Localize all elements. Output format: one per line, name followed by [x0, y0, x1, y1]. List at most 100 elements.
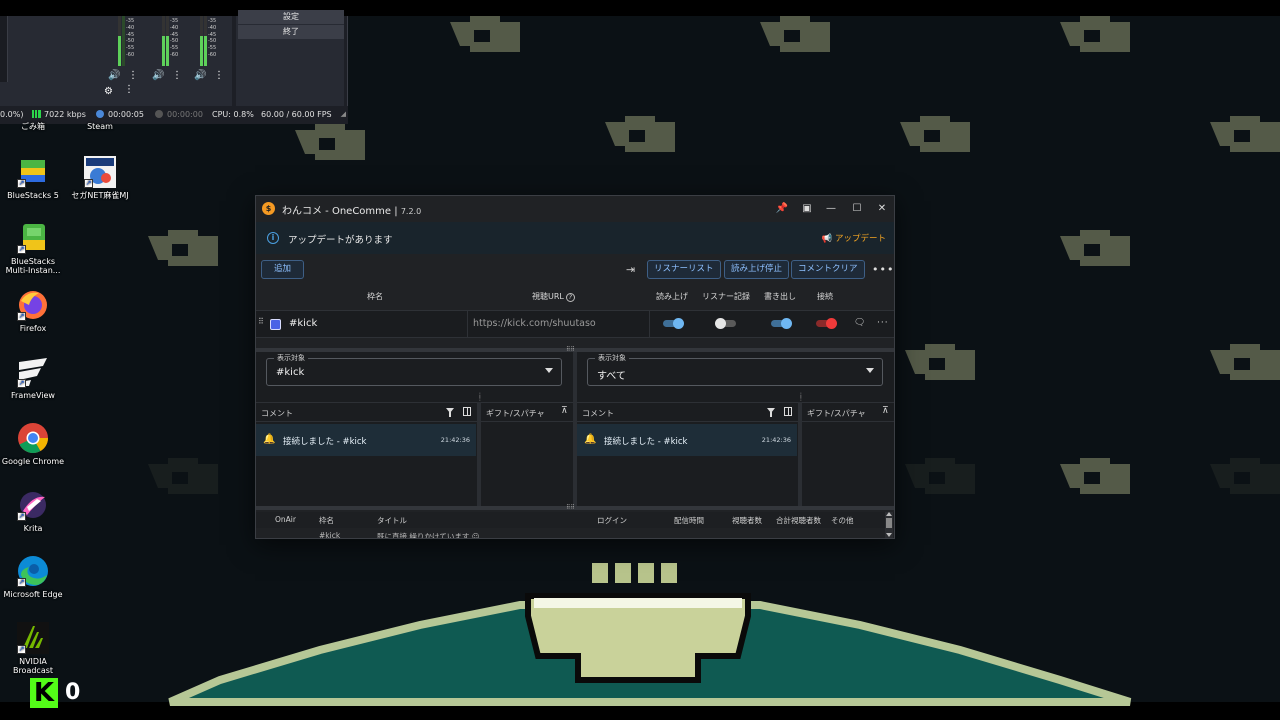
- stream-url-field[interactable]: https://kick.com/shuutaso: [467, 311, 650, 337]
- settings-button[interactable]: 設定: [238, 10, 344, 24]
- desktop-icon-edge[interactable]: ↗ Microsoft Edge: [0, 555, 66, 599]
- vertical-grip-icon[interactable]: ⋮ ⋮: [798, 393, 804, 402]
- title-bar[interactable]: $ わんコメ - OneComme | 7.2.0 📌 ▣ — ☐ ✕: [256, 196, 894, 222]
- listener-log-toggle[interactable]: [715, 318, 736, 329]
- level-meter: [118, 16, 121, 66]
- filter-icon[interactable]: [446, 408, 454, 417]
- icon-label: Firefox: [19, 324, 47, 333]
- desktop-icon-krita[interactable]: ↗ Krita: [0, 489, 66, 533]
- comment-time: 21:42:36: [440, 436, 470, 444]
- nvidia-broadcast-icon: ↗: [17, 622, 49, 654]
- update-link[interactable]: 📢 アップデート: [822, 232, 886, 244]
- scroll-down-icon[interactable]: [886, 533, 892, 537]
- speaker-icon[interactable]: 🔊: [108, 70, 120, 81]
- desktop-icon-chrome[interactable]: Google Chrome: [0, 422, 66, 466]
- more-horizontal-icon[interactable]: •••: [872, 263, 894, 276]
- recycle-bin-label[interactable]: ごみ箱: [0, 122, 66, 131]
- horizontal-splitter[interactable]: ⠿⠿: [256, 505, 894, 511]
- clear-comments-button[interactable]: コメントクリア: [791, 260, 865, 279]
- write-out-toggle[interactable]: [771, 318, 792, 329]
- table-cell-name: #kick: [319, 531, 341, 539]
- add-button[interactable]: 追加: [261, 260, 305, 279]
- level-meter: [162, 16, 165, 66]
- table-col-total-viewers: 合計視聴者数: [776, 516, 821, 525]
- picture-in-picture-icon[interactable]: ▣: [796, 200, 818, 218]
- dropped-frames: 0.0%): [0, 110, 24, 119]
- connect-toggle[interactable]: [816, 318, 837, 329]
- column-toggle-icon[interactable]: [784, 407, 792, 416]
- shortcut-arrow-icon: ↗: [17, 379, 26, 388]
- column-read-aloud: 読み上げ: [656, 292, 688, 301]
- close-button[interactable]: ✕: [871, 200, 893, 218]
- comment-header: コメント: [582, 409, 614, 418]
- more-vertical-icon[interactable]: ⋮: [172, 70, 182, 81]
- pin-icon[interactable]: ⊼: [561, 406, 568, 416]
- stream-color-swatch[interactable]: [270, 319, 281, 330]
- info-icon: i: [267, 232, 279, 244]
- stream-row[interactable]: ⠿ #kick https://kick.com/shuutaso 🗨 ···: [256, 310, 894, 338]
- maximize-button[interactable]: ☐: [846, 200, 868, 218]
- read-aloud-toggle[interactable]: [663, 318, 684, 329]
- frameview-icon: ↗: [17, 356, 49, 388]
- desktop-icon-frameview[interactable]: ↗ FrameView: [0, 356, 66, 400]
- more-vertical-icon[interactable]: ⋮: [124, 84, 134, 95]
- comment-item[interactable]: 🔔 接続しました - #kick 21:42:36: [577, 424, 797, 456]
- desktop-icon-bluestacks[interactable]: ↗ BlueStacks 5: [0, 156, 66, 200]
- login-icon[interactable]: ⇥: [626, 263, 635, 276]
- pin-icon[interactable]: 📌: [771, 200, 793, 218]
- filter-icon[interactable]: [767, 408, 775, 417]
- update-notice-text: アップデートがあります: [288, 235, 393, 246]
- obs-controls: 設定 終了: [236, 10, 344, 106]
- steam-label[interactable]: Steam: [67, 122, 133, 131]
- drag-handle-icon[interactable]: ⠿: [258, 318, 264, 326]
- desktop-icon-firefox[interactable]: ↗ Firefox: [0, 289, 66, 333]
- splitter-grip-icon[interactable]: ⠿⠿: [566, 505, 575, 511]
- update-link-label: アップデート: [834, 234, 886, 244]
- more-vertical-icon[interactable]: ⋮: [214, 70, 224, 81]
- comment-item[interactable]: 🔔 接続しました - #kick 21:42:36: [256, 424, 476, 456]
- exit-button[interactable]: 終了: [238, 25, 344, 39]
- pin-icon[interactable]: ⊼: [882, 406, 889, 416]
- desktop-icon-nvidia-broadcast[interactable]: ↗ NVIDIA Broadcast: [0, 622, 66, 675]
- shortcut-arrow-icon: ↗: [17, 312, 26, 321]
- scroll-thumb[interactable]: [886, 518, 892, 528]
- stream-name[interactable]: #kick: [289, 318, 317, 329]
- comment-panel-header: コメント ギフト/スパチャ ⊼: [577, 402, 894, 422]
- panel-divider[interactable]: [798, 402, 802, 506]
- scroll-up-icon[interactable]: [886, 512, 892, 516]
- meter-scale: -35 -40 -45 -50 -55 -60: [126, 18, 135, 58]
- help-icon[interactable]: ?: [565, 293, 575, 302]
- comment-icon[interactable]: 🗨: [854, 318, 865, 328]
- mixer-left-pane: [0, 16, 8, 82]
- vertical-grip-icon[interactable]: ⋮ ⋮: [477, 393, 483, 402]
- speaker-icon[interactable]: 🔊: [152, 70, 164, 81]
- column-toggle-icon[interactable]: [463, 407, 471, 416]
- gear-icon[interactable]: ⚙: [104, 86, 113, 97]
- shortcut-arrow-icon: ↗: [17, 578, 26, 587]
- level-meter: [200, 16, 203, 66]
- desktop-icon-bluestacks-multi[interactable]: ↗ BlueStacks Multi-Instan...: [0, 222, 66, 275]
- update-notice-bar: i アップデートがあります 📢 アップデート: [256, 222, 894, 254]
- select-label: 表示対象: [595, 353, 629, 363]
- display-target-select[interactable]: 表示対象 #kick: [266, 353, 562, 386]
- speaker-icon[interactable]: 🔊: [194, 70, 206, 81]
- display-target-select[interactable]: 表示対象 すべて: [587, 353, 883, 386]
- shortcut-arrow-icon: ↗: [84, 179, 93, 188]
- stop-reading-button[interactable]: 読み上げ停止: [724, 260, 790, 279]
- cpu-usage: CPU: 0.8%: [212, 110, 254, 119]
- chevron-down-icon: [545, 368, 553, 373]
- mj-icon: ↗: [84, 156, 116, 188]
- stream-status-icon: [96, 110, 104, 118]
- table-scrollbar[interactable]: [885, 512, 893, 538]
- column-write-out: 書き出し: [764, 292, 796, 301]
- minimize-button[interactable]: —: [820, 200, 842, 218]
- listener-list-button[interactable]: リスナーリスト: [647, 260, 721, 279]
- desktop-icon-mj[interactable]: ↗ セガNET麻雀MJ: [67, 156, 133, 200]
- icon-label: BlueStacks 5: [7, 191, 59, 200]
- meter-scale: -35 -40 -45 -50 -55 -60: [208, 18, 217, 58]
- resize-grip-icon[interactable]: ◢: [341, 110, 346, 123]
- more-vertical-icon[interactable]: ⋮: [128, 70, 138, 81]
- more-horizontal-icon[interactable]: ···: [877, 318, 889, 328]
- table-row[interactable]: #kick 既に直接 繰りかけています ☺: [256, 529, 894, 539]
- panel-divider[interactable]: [477, 402, 481, 506]
